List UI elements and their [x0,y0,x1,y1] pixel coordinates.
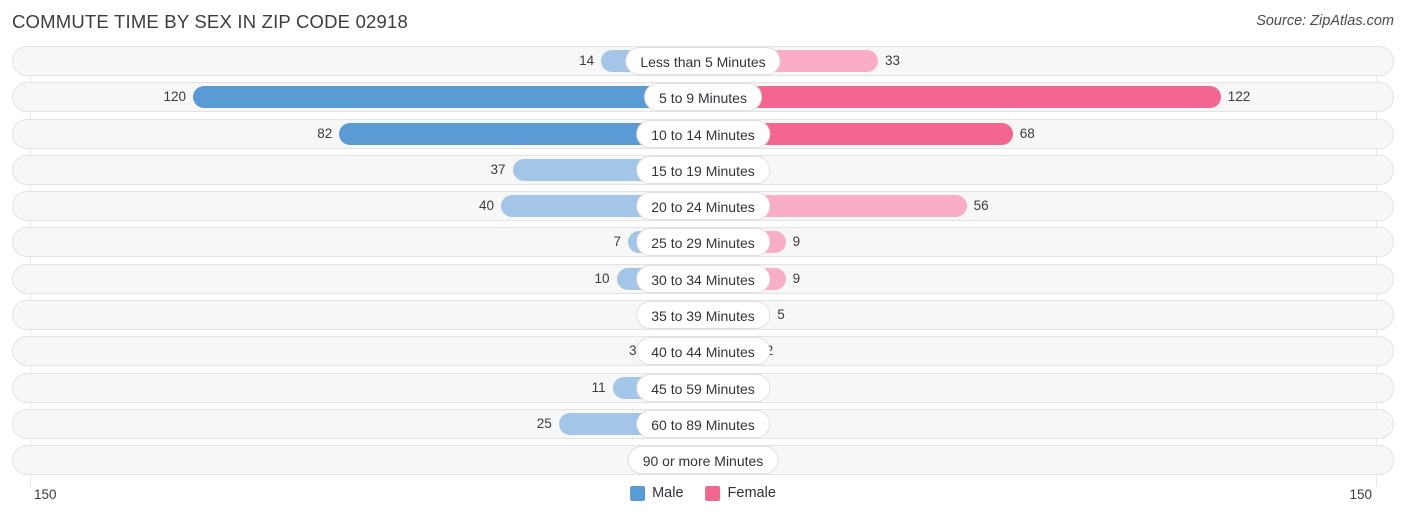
category-label: 35 to 39 Minutes [636,301,770,330]
value-label-male: 40 [478,198,494,214]
axis-label-start: 150 [34,487,57,502]
page-title: COMMUTE TIME BY SEX IN ZIP CODE 02918 [12,11,409,32]
value-label-female: 9 [792,270,801,286]
bar-row: 82 68 10 to 14 Minutes [0,118,1406,149]
chart-footer: 150 150 Male Female [0,483,1406,523]
value-label-female: 122 [1227,89,1251,105]
category-label: 5 to 9 Minutes [644,83,762,112]
category-label: 15 to 19 Minutes [636,155,770,184]
category-label: Less than 5 Minutes [625,47,781,75]
bar-row: 25060 to 89 Minutes [0,408,1406,439]
bar-row: 7 9 25 to 29 Minutes [0,227,1406,258]
legend-swatch-female-icon [705,485,721,501]
bar-row: 10 9 30 to 34 Minutes [0,263,1406,294]
legend-item-female[interactable]: Female [705,485,776,501]
value-label-female: 68 [1019,125,1035,141]
value-label-male: 120 [163,89,186,105]
value-label-female: 33 [885,53,901,68]
bar-row: 3240 to 44 Minutes [0,336,1406,367]
value-label-male: 82 [317,125,333,141]
source-attribution: Source: ZipAtlas.com [1256,13,1394,29]
value-label-female: 56 [973,198,989,214]
category-label: 60 to 89 Minutes [636,409,770,438]
value-label-female: 5 [777,307,785,323]
value-label-male: 25 [536,415,552,431]
legend-item-male[interactable]: Male [630,485,684,501]
bar-row: 120 122 5 to 9 Minutes [0,82,1406,113]
value-label-male: 14 [579,53,595,68]
value-label-female: 9 [792,234,801,250]
category-label: 90 or more Minutes [627,446,779,475]
bar-rows: 14 33 Less than 5 Minutes 120 122 5 to 9 Minu… [0,46,1406,482]
category-label: 20 to 24 Minutes [636,192,770,221]
legend-label-female: Female [727,485,776,501]
bar-row: 14 33 Less than 5 Minutes [0,46,1406,76]
axis-label-end: 150 [1349,487,1372,502]
bar-row: 11045 to 59 Minutes [0,372,1406,403]
category-label: 40 to 44 Minutes [636,337,770,366]
category-label: 25 to 29 Minutes [636,228,770,257]
value-label-male: 10 [594,270,610,286]
category-label: 45 to 59 Minutes [636,373,770,402]
bar-female[interactable] [703,86,1221,109]
bar-row: 40 56 20 to 24 Minutes [0,191,1406,222]
chart-plot-area: 14 33 Less than 5 Minutes 120 122 5 to 9 Minu… [0,46,1406,487]
legend-swatch-male-icon [630,485,646,501]
bar-row: 0535 to 39 Minutes [0,300,1406,331]
chart-header: COMMUTE TIME BY SEX IN ZIP CODE 02918 So… [0,0,1406,46]
legend-label-male: Male [652,485,684,501]
value-label-male: 37 [490,161,506,177]
value-label-male: 11 [591,379,606,395]
chart-legend: Male Female [630,485,776,501]
value-label-male: 7 [613,234,622,250]
category-label: 10 to 14 Minutes [636,119,770,148]
bar-row: 37015 to 19 Minutes [0,154,1406,185]
bar-row: 0090 or more Minutes [0,445,1406,476]
category-label: 30 to 34 Minutes [636,264,770,293]
bar-male[interactable] [193,86,703,109]
